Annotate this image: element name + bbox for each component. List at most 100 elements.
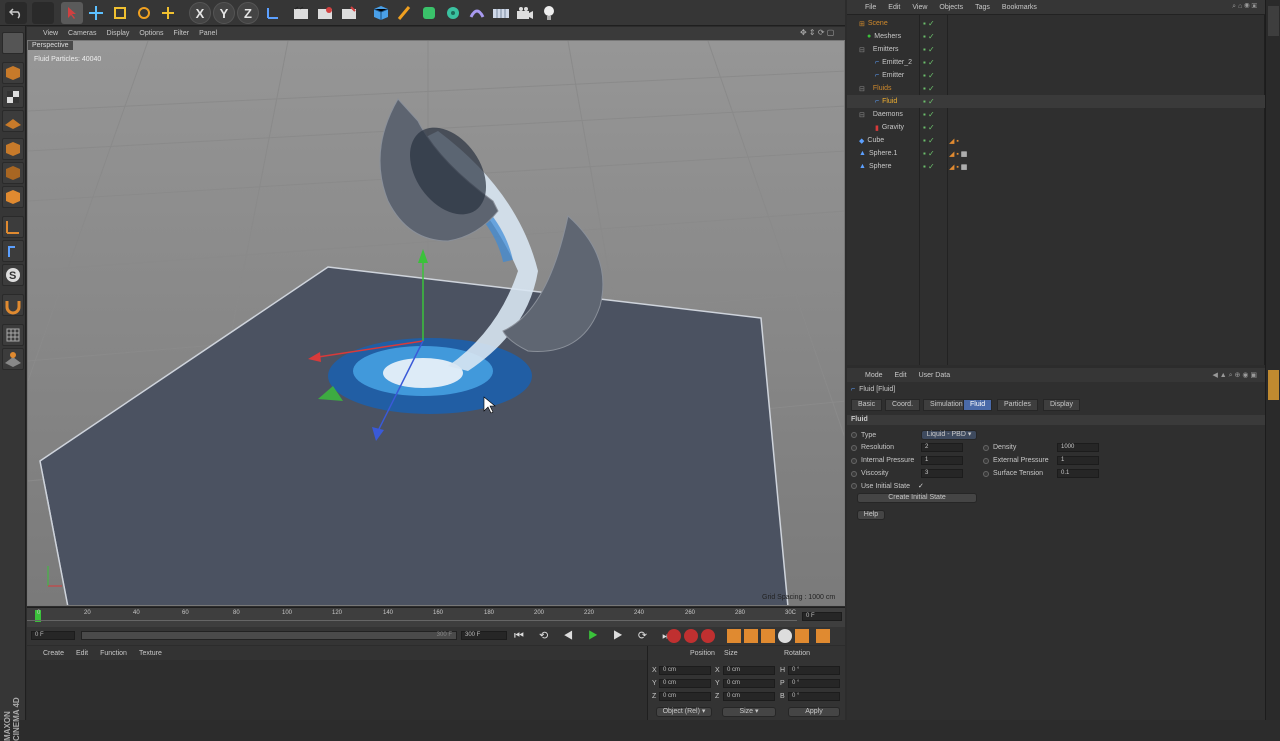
tweak-mode-icon[interactable]: [2, 240, 24, 262]
viewport-menu-filter[interactable]: Filter: [174, 30, 190, 37]
autokey-icon[interactable]: [684, 629, 698, 643]
viewport-menu-options[interactable]: Options: [139, 30, 163, 37]
object-row-scene[interactable]: ⊞ Scene ▪ ✓: [847, 17, 1265, 30]
rotation-b-field[interactable]: 0 °: [788, 692, 840, 701]
object-row-emitter[interactable]: ⌐ Emitter ▪ ✓: [847, 69, 1265, 82]
internal-pressure-field[interactable]: 1: [921, 456, 963, 465]
tab-particles[interactable]: Particles: [997, 399, 1038, 411]
type-dropdown[interactable]: Liquid - PBD ▾: [921, 430, 977, 440]
render-settings-icon[interactable]: [338, 2, 360, 24]
am-menu-mode[interactable]: Mode: [865, 372, 883, 379]
z-axis-lock-button[interactable]: Z: [237, 2, 259, 24]
y-axis-lock-button[interactable]: Y: [213, 2, 235, 24]
make-editable-icon[interactable]: [2, 32, 24, 54]
keyframe-selection-icon[interactable]: [701, 629, 715, 643]
om-menu-view[interactable]: View: [912, 4, 927, 11]
am-menu-edit[interactable]: Edit: [895, 372, 907, 379]
frame-range-slider[interactable]: 300 F: [81, 631, 457, 640]
deformer-icon[interactable]: [466, 2, 488, 24]
om-search-icon[interactable]: ⌕ ⌂ ◉ ▣: [1232, 3, 1257, 11]
object-row-emitters[interactable]: ⊟ Emitters ▪ ✓: [847, 43, 1265, 56]
rotation-p-field[interactable]: 0 °: [788, 679, 840, 688]
external-pressure-field[interactable]: 1: [1057, 456, 1099, 465]
om-menu-objects[interactable]: Objects: [939, 4, 963, 11]
cube-primitive-icon[interactable]: [370, 2, 392, 24]
model-mode-icon[interactable]: [2, 62, 24, 84]
rotation-h-field[interactable]: 0 °: [788, 666, 840, 675]
size-y-field[interactable]: 0 cm: [723, 679, 775, 688]
array-icon[interactable]: [442, 2, 464, 24]
end-frame-field[interactable]: 300 F: [461, 631, 507, 640]
apply-button[interactable]: Apply: [788, 707, 840, 717]
workplane-mode-icon[interactable]: [2, 110, 24, 132]
edges-mode-icon[interactable]: [2, 162, 24, 184]
size-x-field[interactable]: 0 cm: [723, 666, 775, 675]
om-menu-file[interactable]: File: [865, 4, 876, 11]
timeline-window-icon[interactable]: [816, 629, 830, 643]
tab-coord[interactable]: Coord.: [885, 399, 921, 411]
viscosity-field[interactable]: 3: [921, 469, 963, 478]
rotate-tool-icon[interactable]: [133, 2, 155, 24]
move-tool-icon[interactable]: [85, 2, 107, 24]
object-row-daemons[interactable]: ⊟ Daemons ▪ ✓: [847, 108, 1265, 121]
pla-key-icon[interactable]: [795, 629, 809, 643]
x-axis-lock-button[interactable]: X: [189, 2, 211, 24]
object-row-gravity[interactable]: ▮ Gravity ▪ ✓: [847, 121, 1265, 134]
3d-viewport[interactable]: [27, 40, 845, 606]
om-menu-tags[interactable]: Tags: [975, 4, 990, 11]
tab-display[interactable]: Display: [1043, 399, 1080, 411]
object-row-sphere-1[interactable]: ▲ Sphere.1 ▪ ✓ ◢ ▪ ▦: [847, 147, 1265, 160]
material-manager-area[interactable]: [27, 660, 647, 720]
current-frame-field[interactable]: 0 F: [802, 612, 842, 621]
position-z-field[interactable]: 0 cm: [659, 692, 711, 701]
tab-fluid[interactable]: Fluid: [963, 399, 993, 411]
nurbs-icon[interactable]: [418, 2, 440, 24]
record-active-icon[interactable]: [667, 629, 681, 643]
use-initial-state-checkbox[interactable]: ✓: [918, 482, 924, 490]
object-row-fluids[interactable]: ⊟ Fluids ▪ ✓: [847, 82, 1265, 95]
size-mode-select[interactable]: Size ▾: [722, 707, 776, 717]
polygons-mode-icon[interactable]: [2, 186, 24, 208]
tab-basic[interactable]: Basic: [851, 399, 883, 411]
floor-grid-icon[interactable]: [2, 348, 24, 370]
viewport-menu-panel[interactable]: Panel: [199, 30, 217, 37]
key-type-controls[interactable]: [727, 629, 830, 643]
material-menu-create[interactable]: Create: [43, 650, 64, 657]
cube-object[interactable]: [39, 266, 789, 606]
parameter-key-icon[interactable]: [778, 629, 792, 643]
magnet-icon[interactable]: [2, 294, 24, 316]
timeline-ruler[interactable]: 0 20 40 60 80 100 120 140 160 180 200 22…: [27, 607, 845, 627]
position-key-icon[interactable]: [727, 629, 741, 643]
density-field[interactable]: 1000: [1057, 443, 1099, 452]
object-row-fluid[interactable]: ⌐ Fluid ▪ ✓: [847, 95, 1265, 108]
manager-tabs-strip[interactable]: [1265, 0, 1280, 720]
add-tool-icon[interactable]: [157, 2, 179, 24]
texture-mode-icon[interactable]: [2, 86, 24, 108]
om-menu-bookmarks[interactable]: Bookmarks: [1002, 4, 1037, 11]
coordinate-system-icon[interactable]: [262, 2, 284, 24]
render-view-icon[interactable]: [290, 2, 312, 24]
surface-tension-field[interactable]: 0.1: [1057, 469, 1099, 478]
om-menu-edit[interactable]: Edit: [888, 4, 900, 11]
object-row-meshers[interactable]: ● Meshers ▪ ✓: [847, 30, 1265, 43]
keyframe-controls[interactable]: [667, 629, 715, 643]
create-initial-state-button[interactable]: Create Initial State: [857, 493, 977, 503]
select-arrow-icon[interactable]: [61, 2, 83, 24]
material-menu-texture[interactable]: Texture: [139, 650, 162, 657]
help-button[interactable]: Help: [857, 510, 885, 520]
axis-mode-icon[interactable]: [2, 216, 24, 238]
object-row-sphere[interactable]: ▲ Sphere ▪ ✓ ◢ ▪ ▦: [847, 160, 1265, 173]
object-row-cube[interactable]: ◆ Cube ▪ ✓ ◢ ▪: [847, 134, 1265, 147]
redo-icon[interactable]: [32, 2, 54, 24]
grid-icon[interactable]: [2, 324, 24, 346]
pen-spline-icon[interactable]: [394, 2, 416, 24]
rotation-key-icon[interactable]: [761, 629, 775, 643]
scale-tool-icon[interactable]: [109, 2, 131, 24]
am-navigation-icons[interactable]: ◀ ▲ ⌕ ⊕ ◉ ▣: [1212, 371, 1257, 380]
playback-controls[interactable]: ⏮ ⟲ ◀ ▶ ▶ ⟳ ⏭: [514, 629, 678, 643]
scale-key-icon[interactable]: [744, 629, 758, 643]
snapping-icon[interactable]: S: [2, 264, 24, 286]
position-x-field[interactable]: 0 cm: [659, 666, 711, 675]
start-frame-field[interactable]: 0 F: [31, 631, 75, 640]
am-menu-user-data[interactable]: User Data: [919, 372, 951, 379]
